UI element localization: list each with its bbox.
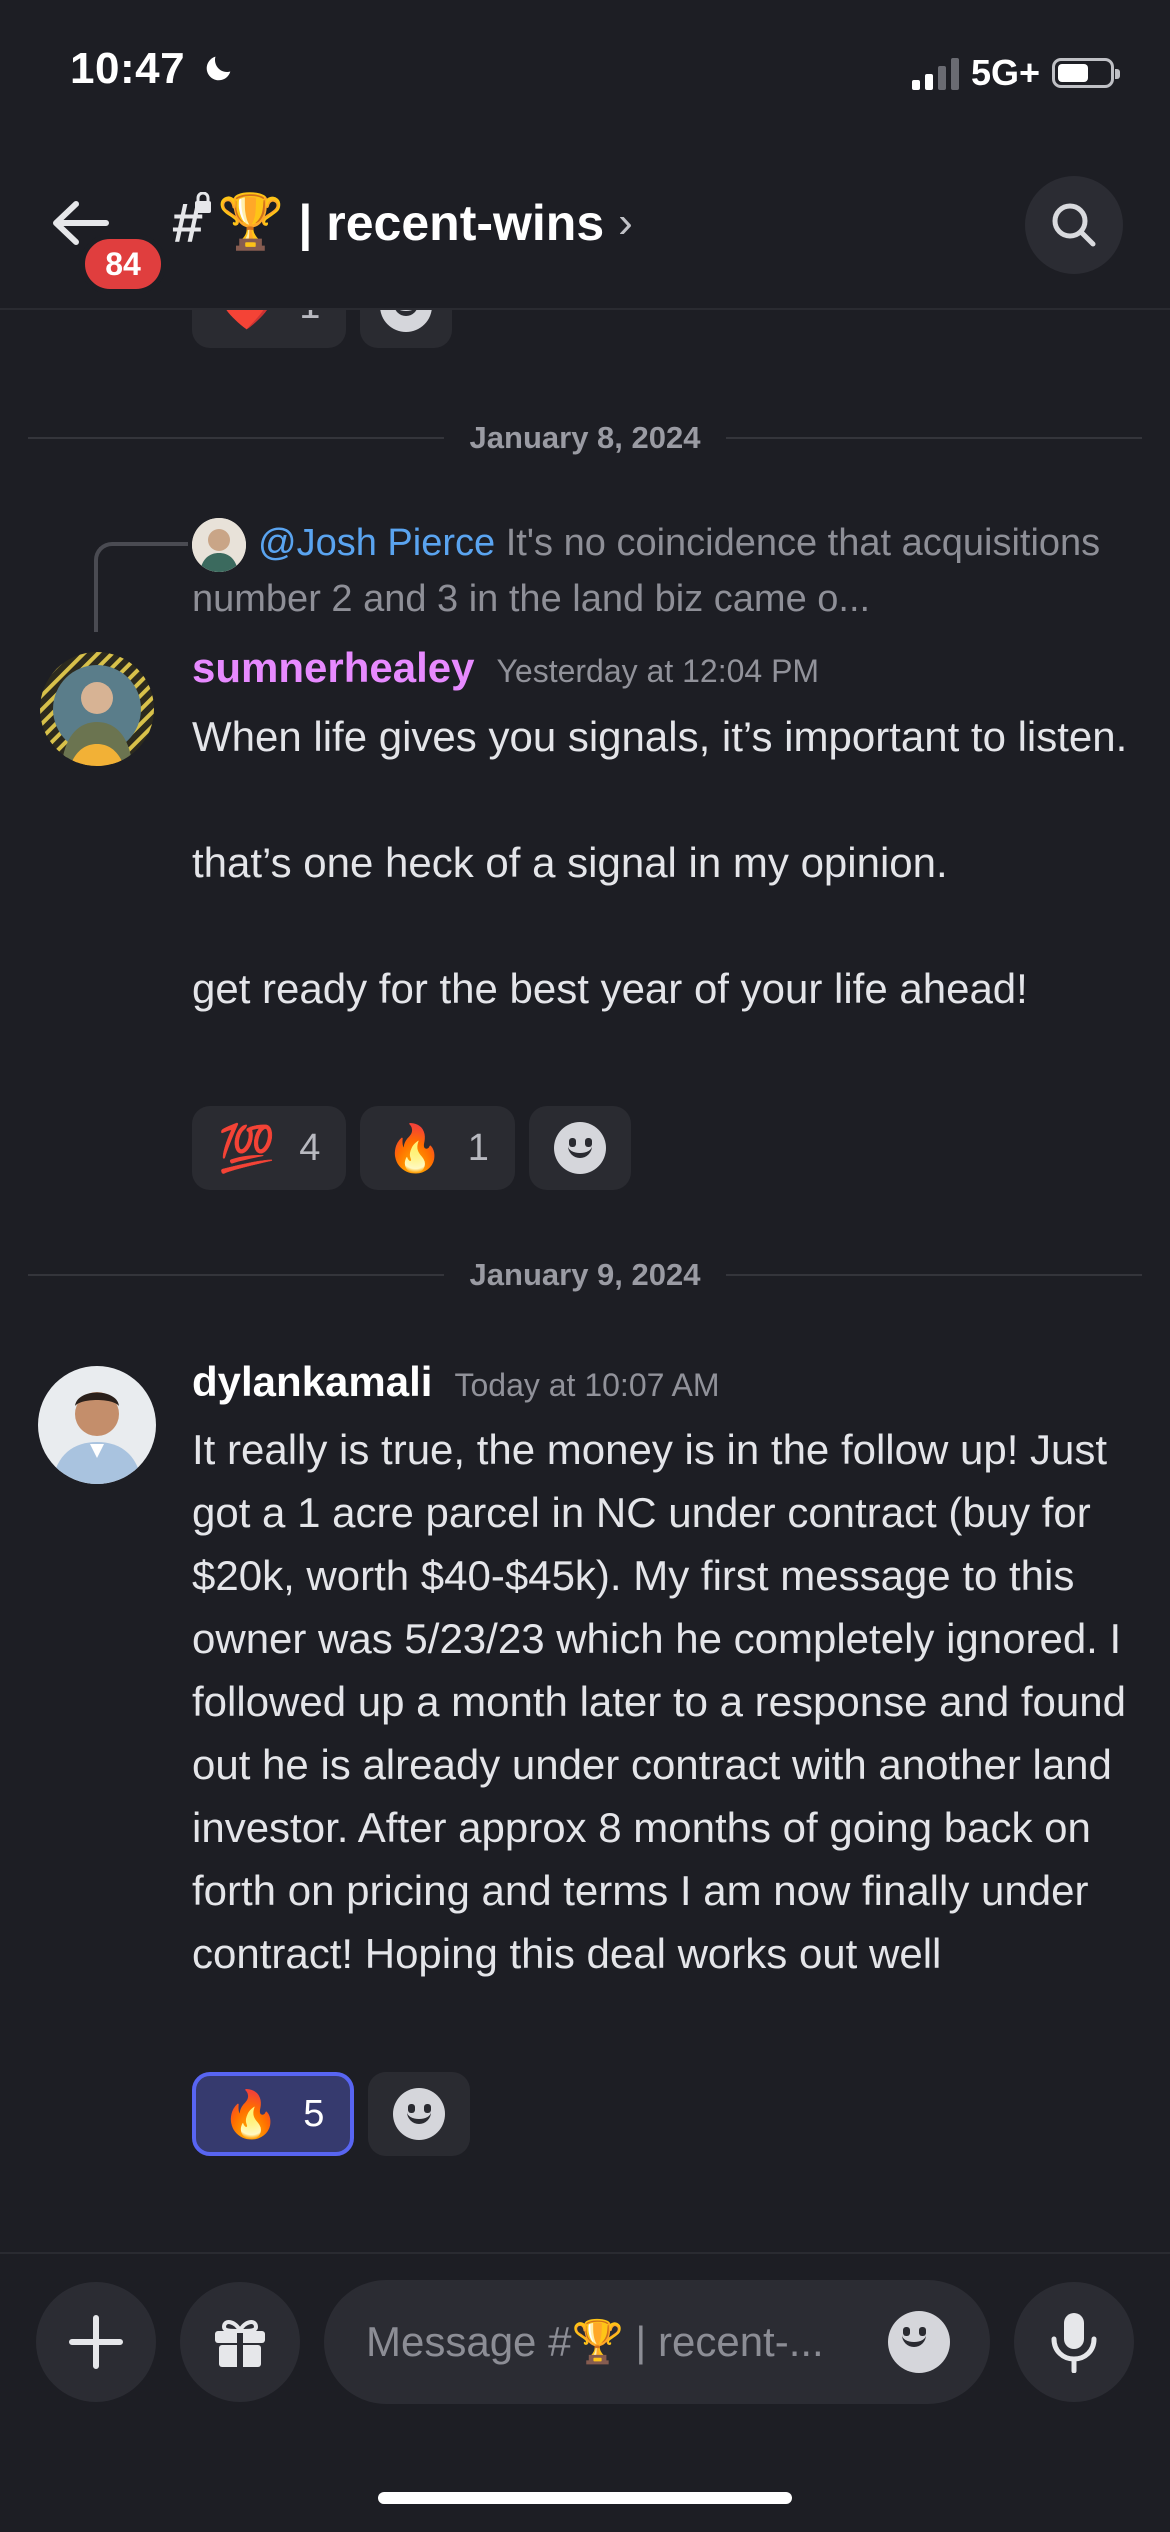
add-reaction-button[interactable] bbox=[368, 2072, 471, 2156]
battery-icon bbox=[1052, 58, 1120, 88]
reaction-bar: 💯 4 🔥 1 bbox=[192, 1106, 631, 1190]
home-indicator bbox=[378, 2492, 792, 2504]
reaction-fire[interactable]: 🔥 1 bbox=[360, 1106, 515, 1190]
date-divider: January 9, 2024 bbox=[28, 1255, 1143, 1295]
date-divider: January 8, 2024 bbox=[28, 418, 1143, 458]
trophy-emoji: 🏆 bbox=[217, 192, 285, 252]
reaction-count: 4 bbox=[299, 1126, 321, 1169]
locked-channel-icon: # bbox=[172, 190, 212, 255]
timestamp: Today at 10:07 AM bbox=[454, 1367, 720, 1403]
search-button[interactable] bbox=[1025, 176, 1123, 274]
avatar[interactable] bbox=[40, 652, 154, 766]
search-icon bbox=[1052, 203, 1096, 247]
smile-icon bbox=[380, 310, 433, 332]
reply-preview[interactable]: @Josh Pierce It's no coincidence that ac… bbox=[192, 516, 1142, 626]
reaction-heart[interactable]: ❤️1 bbox=[192, 310, 347, 348]
date-divider-label: January 8, 2024 bbox=[469, 420, 701, 455]
message-input[interactable] bbox=[364, 2317, 888, 2367]
microphone-icon bbox=[1051, 2313, 1097, 2373]
username[interactable]: dylankamali bbox=[192, 1358, 432, 1406]
message-input-wrapper bbox=[324, 2280, 990, 2404]
message-text: When life gives you signals, it’s import… bbox=[192, 713, 1128, 1012]
reply-mention[interactable]: @Josh Pierce bbox=[258, 522, 495, 564]
message-text: It really is true, the money is in the f… bbox=[192, 1426, 1138, 1977]
channel-name: | recent-wins bbox=[298, 194, 605, 251]
status-indicators: 5G+ bbox=[911, 52, 1120, 94]
gift-button[interactable] bbox=[180, 2282, 300, 2402]
reaction-emoji: 💯 bbox=[218, 1121, 276, 1174]
smile-icon bbox=[393, 2088, 446, 2140]
add-reaction-button[interactable] bbox=[528, 1106, 631, 1190]
reaction-emoji: 🔥 bbox=[386, 1121, 444, 1174]
reaction-count: 1 bbox=[467, 1126, 489, 1169]
moon-icon bbox=[206, 56, 231, 81]
time-text: 10:47 bbox=[70, 44, 186, 93]
chevron-right-icon: › bbox=[618, 197, 633, 247]
message-header: sumnerhealey Yesterday at 12:04 PM bbox=[192, 644, 819, 692]
reaction-bar: 🔥 5 bbox=[192, 2072, 471, 2156]
reaction-fire[interactable]: 🔥 5 bbox=[192, 2072, 355, 2156]
emoji-picker-icon[interactable] bbox=[888, 2311, 950, 2373]
reaction-emoji: 🔥 bbox=[222, 2087, 280, 2140]
reply-connector bbox=[94, 542, 188, 632]
avatar[interactable] bbox=[38, 1366, 156, 1484]
status-time: 10:47 bbox=[70, 44, 236, 94]
unread-badge: 84 bbox=[80, 234, 166, 294]
timestamp: Yesterday at 12:04 PM bbox=[496, 653, 820, 689]
reaction-100[interactable]: 💯 4 bbox=[192, 1106, 347, 1190]
signal-icon bbox=[911, 56, 959, 90]
smile-icon bbox=[553, 1122, 606, 1174]
username[interactable]: sumnerhealey bbox=[192, 644, 474, 692]
date-divider-label: January 9, 2024 bbox=[469, 1257, 701, 1292]
reply-avatar bbox=[192, 517, 246, 572]
add-reaction-button[interactable] bbox=[360, 310, 452, 348]
voice-message-button[interactable] bbox=[1014, 2282, 1134, 2402]
reaction-count: 5 bbox=[303, 2092, 325, 2135]
gift-icon bbox=[215, 2320, 265, 2367]
add-attachment-button[interactable] bbox=[36, 2282, 156, 2402]
previous-reactions: ❤️1 bbox=[192, 310, 452, 350]
channel-title[interactable]: # 🏆 | recent-wins › bbox=[172, 190, 633, 255]
plus-icon bbox=[69, 2315, 123, 2369]
network-label: 5G+ bbox=[970, 52, 1040, 93]
message-header: dylankamali Today at 10:07 AM bbox=[192, 1358, 720, 1406]
